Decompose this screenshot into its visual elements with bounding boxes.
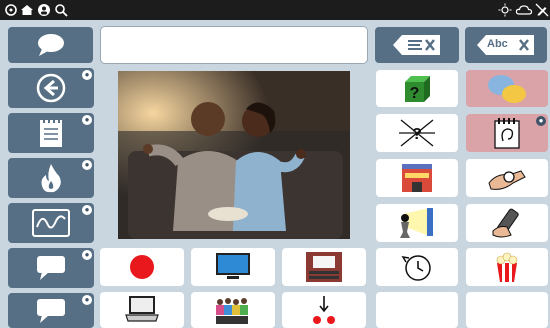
settings-icon[interactable] [4,3,18,17]
folder-badge-icon: ● [82,205,92,215]
no-edit-icon[interactable] [535,3,549,17]
sidebar-item-signal[interactable]: ● [8,203,94,243]
grid-cell-theater[interactable] [376,159,458,197]
confused-person-icon: ? [399,119,435,147]
grid-cell-tv[interactable] [191,248,275,286]
wristwatch-hand-icon [488,170,526,190]
svg-text:?: ? [412,126,422,143]
brightness-icon[interactable] [498,3,512,17]
delete-word-icon [393,35,440,55]
grid-cell-watch[interactable] [466,159,548,197]
grid-cell-record[interactable] [100,248,184,286]
search-icon[interactable] [54,3,68,17]
theater-building-icon [402,164,432,192]
grid-cell-audience[interactable] [191,292,275,328]
laptop-icon [125,296,159,322]
television-icon [216,253,250,279]
sidebar-item-hot[interactable]: ● [8,158,94,198]
record-dot-icon [130,255,154,279]
waveform-icon [32,209,70,237]
clear-all-button[interactable]: Abc [465,27,547,63]
projector-viewer-icon [400,208,433,238]
conversation-icon [488,74,526,103]
grid-cell-notepad-ear[interactable]: ● [466,114,548,152]
grid-cell-dots[interactable] [282,292,366,328]
couple-watching-tv-photo [118,71,350,239]
question-box-icon: ? [405,75,430,102]
clear-all-label: Abc [487,38,508,50]
speak-button[interactable] [8,27,93,63]
folder-badge-icon: ● [82,295,92,305]
top-bar [0,0,550,20]
svg-text:?: ? [410,85,420,102]
sidebar-item-back[interactable]: ● [8,68,94,108]
popcorn-icon [496,252,518,282]
cloud-sync-icon[interactable] [515,3,533,17]
notepad-ear-icon [494,118,520,149]
grid-cell-confused[interactable]: ? [376,114,458,152]
grid-cell-conversation[interactable] [466,70,548,107]
remote-control-icon [492,208,519,238]
grid-cell-popcorn[interactable] [466,248,548,286]
folder-badge-icon: ● [82,160,92,170]
message-window[interactable] [100,26,368,64]
grid-cell-laptop[interactable] [100,292,184,328]
movie-screen-icon [306,252,342,282]
home-icon[interactable] [20,3,34,17]
user-icon[interactable] [37,3,51,17]
flame-icon [41,164,61,193]
clock-rewind-icon [401,255,431,281]
folder-badge-icon: ● [82,250,92,260]
grid-cell-remote[interactable] [466,204,548,242]
dots-arrow-icon [313,296,335,324]
speech-bubble-icon [37,298,65,323]
back-arrow-icon [36,73,66,103]
speech-bubble-icon [37,256,65,280]
folder-badge-icon: ● [82,70,92,80]
grid-cell-cinema[interactable] [282,248,366,286]
grid-cell-projector[interactable] [376,204,458,242]
sidebar-item-notes[interactable]: ● [8,113,94,153]
speech-bubble-icon [37,34,64,56]
sidebar-item-chat-2[interactable]: ● [8,293,94,328]
folder-badge-icon: ● [536,116,546,126]
clear-word-button[interactable] [375,27,459,63]
folder-badge-icon: ● [82,115,92,125]
grid-cell-question[interactable]: ? [376,70,458,107]
notepad-icon [40,117,62,147]
grid-cell-empty-1[interactable] [376,292,458,328]
grid-cell-rewind-time[interactable] [376,248,458,286]
audience-icon [216,298,248,324]
grid-cell-empty-2[interactable] [466,292,548,328]
sidebar-item-chat-1[interactable]: ● [8,248,94,288]
